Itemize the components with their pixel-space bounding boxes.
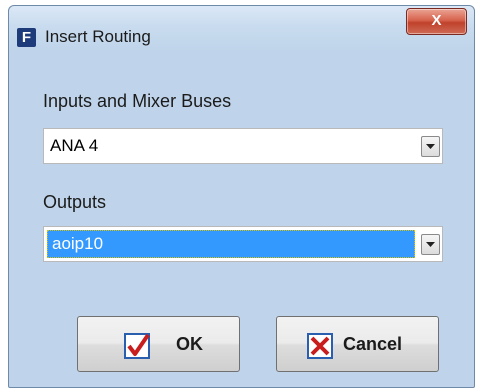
inputs-select-value: ANA 4: [50, 136, 99, 155]
chevron-down-icon: [426, 144, 435, 149]
outputs-select-value: aoip10: [52, 234, 104, 253]
window-title: Insert Routing: [45, 27, 151, 46]
close-button[interactable]: X: [406, 8, 467, 35]
ok-label: OK: [176, 334, 203, 354]
outputs-label: Outputs: [43, 192, 107, 212]
inputs-select[interactable]: ANA 4: [43, 128, 443, 164]
cancel-label: Cancel: [343, 334, 403, 354]
outputs-select[interactable]: aoip10: [43, 226, 443, 262]
app-f-icon: F: [17, 28, 36, 47]
checkmark-icon: [124, 333, 150, 359]
x-mark-icon: [307, 333, 333, 359]
ok-button[interactable]: OK: [77, 316, 240, 372]
inputs-label: Inputs and Mixer Buses: [43, 91, 232, 111]
title-bar[interactable]: F Insert Routing: [9, 6, 474, 48]
close-icon: X: [431, 12, 442, 29]
inputs-dropdown-button[interactable]: [421, 136, 440, 157]
cancel-button[interactable]: Cancel: [276, 316, 439, 372]
chevron-down-icon: [426, 242, 435, 247]
outputs-dropdown-button[interactable]: [421, 234, 440, 255]
